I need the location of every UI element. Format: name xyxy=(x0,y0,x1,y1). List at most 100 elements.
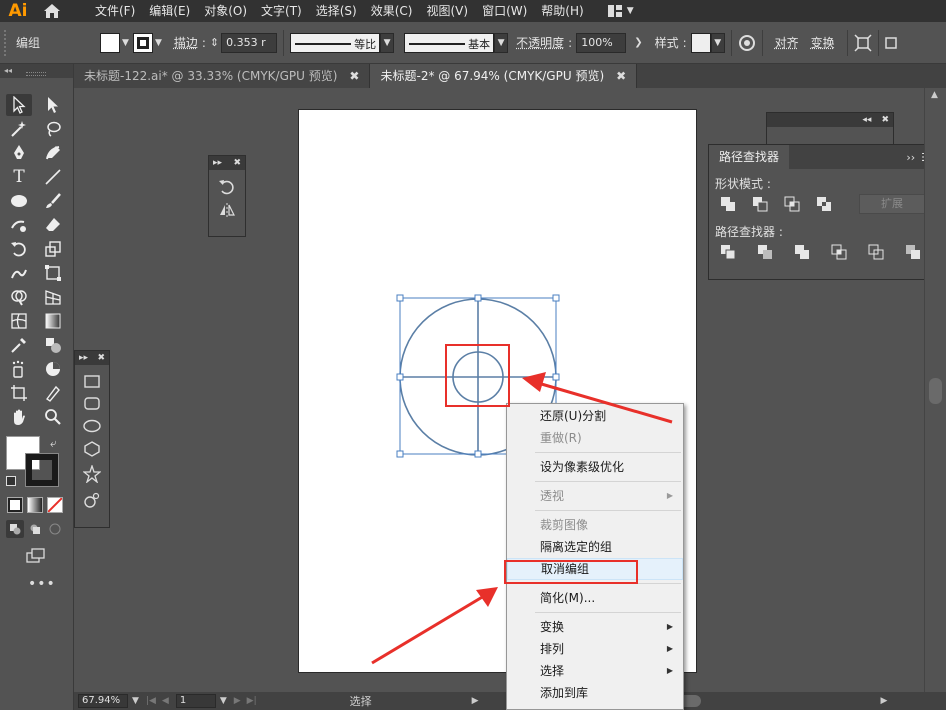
free-transform-tool-icon[interactable] xyxy=(40,262,66,284)
hand-tool-icon[interactable] xyxy=(6,406,32,428)
shape-builder-tool-icon[interactable] xyxy=(6,286,32,308)
menu-item-select[interactable]: 选择 ▶ xyxy=(507,660,683,682)
draw-normal-icon[interactable] xyxy=(6,520,24,538)
more-tools-icon[interactable]: ••• xyxy=(28,576,56,592)
default-colors-icon[interactable] xyxy=(6,476,16,486)
scroll-right-icon[interactable]: ▶ xyxy=(881,696,888,706)
transform-button[interactable]: 变换 xyxy=(805,34,841,51)
chevron-right-icon[interactable]: ❯ xyxy=(634,37,642,48)
menu-item-pixel-optimize[interactable]: 设为像素级优化 xyxy=(507,456,683,478)
fill-swatch[interactable] xyxy=(100,32,121,53)
menu-type[interactable]: 文字(T) xyxy=(254,0,309,22)
menu-view[interactable]: 视图(V) xyxy=(419,0,475,22)
selection-tool-icon[interactable] xyxy=(6,94,32,116)
variable-width-profile[interactable]: 等比 xyxy=(290,32,381,53)
slice-tool-icon[interactable] xyxy=(40,382,66,404)
chevron-right-icon[interactable]: ›› xyxy=(906,151,915,164)
rotate-icon[interactable] xyxy=(209,178,245,196)
scroll-up-icon[interactable]: ▲ xyxy=(931,90,938,100)
intersect-icon[interactable] xyxy=(783,195,801,213)
artboard-number-input[interactable]: 1 xyxy=(175,694,216,708)
minus-back-icon[interactable] xyxy=(904,243,922,261)
menu-item-undo-divide[interactable]: 还原(U)分割 xyxy=(507,405,683,427)
eraser-tool-icon[interactable] xyxy=(40,214,66,236)
menu-object[interactable]: 对象(O) xyxy=(197,0,254,22)
trim-icon[interactable] xyxy=(756,243,774,261)
tab-document-2[interactable]: 未标题-2* @ 67.94% (CMYK/GPU 预览) ✖ xyxy=(370,64,638,88)
tab-document-1[interactable]: 未标题-122.ai* @ 33.33% (CMYK/GPU 预览) ✖ xyxy=(74,64,371,88)
close-icon[interactable]: ✖ xyxy=(881,115,889,125)
gradient-tool-icon[interactable] xyxy=(40,310,66,332)
divide-icon[interactable] xyxy=(719,243,737,261)
chevron-right-icon[interactable]: ▶ xyxy=(472,696,479,706)
tab-pathfinder[interactable]: 路径查找器 xyxy=(709,145,790,169)
collapse-icon[interactable]: ▸▸ xyxy=(79,353,88,363)
draw-inside-icon[interactable] xyxy=(46,520,64,538)
menu-item-add-to-library[interactable]: 添加到库 xyxy=(507,682,683,704)
zoom-tool-icon[interactable] xyxy=(40,406,66,428)
gradient-mode-icon[interactable] xyxy=(27,497,43,513)
swap-colors-icon[interactable]: ⤶ xyxy=(50,436,57,451)
curvature-tool-icon[interactable] xyxy=(40,142,66,164)
pen-tool-icon[interactable] xyxy=(6,142,32,164)
unite-icon[interactable] xyxy=(719,195,737,213)
ellipse-tool-icon[interactable] xyxy=(6,190,32,212)
opacity-label[interactable]: 不透明度 xyxy=(516,34,564,51)
direct-selection-tool-icon[interactable] xyxy=(40,94,66,116)
eyedropper-tool-icon[interactable] xyxy=(6,334,32,356)
menu-effect[interactable]: 效果(C) xyxy=(364,0,420,22)
graphic-style-swatch[interactable] xyxy=(690,32,711,53)
merge-icon[interactable] xyxy=(793,243,811,261)
chevron-down-icon[interactable]: ▼ xyxy=(132,696,139,706)
draw-behind-icon[interactable] xyxy=(26,520,44,538)
minus-front-icon[interactable] xyxy=(751,195,769,213)
isolate-icon[interactable] xyxy=(854,33,872,52)
next-artboard-icon[interactable]: ▶ xyxy=(234,696,241,706)
zoom-input[interactable]: 67.94% xyxy=(78,694,128,708)
flare-tool-icon[interactable] xyxy=(83,491,101,509)
chevron-down-icon[interactable]: ▼ xyxy=(380,32,395,53)
crop-icon[interactable] xyxy=(830,243,848,261)
chevron-down-icon[interactable]: ▼ xyxy=(710,32,725,53)
stroke-swatch[interactable] xyxy=(132,32,153,53)
line-tool-icon[interactable] xyxy=(40,166,66,188)
panel-options-icon[interactable] xyxy=(884,36,897,50)
rounded-rectangle-tool-icon[interactable] xyxy=(84,397,100,411)
align-button[interactable]: 对齐 xyxy=(769,34,805,51)
perspective-grid-tool-icon[interactable] xyxy=(40,286,66,308)
chevron-down-icon[interactable]: ▼ xyxy=(220,696,227,706)
brush-definition[interactable]: 基本 xyxy=(404,32,495,53)
ellipse-shape-icon[interactable] xyxy=(83,419,101,433)
blend-tool-icon[interactable] xyxy=(40,334,66,356)
expand-button[interactable]: 扩展 xyxy=(859,194,925,214)
reflect-icon[interactable] xyxy=(209,202,245,218)
magic-wand-tool-icon[interactable] xyxy=(6,118,32,140)
stroke-color-box[interactable] xyxy=(25,453,59,487)
first-artboard-icon[interactable]: |◀ xyxy=(146,696,156,706)
menu-item-simplify[interactable]: 简化(M)... xyxy=(507,587,683,609)
stepper-icon[interactable]: ⇕ xyxy=(210,36,219,49)
grip-handle[interactable] xyxy=(4,29,10,56)
shaper-tool-icon[interactable] xyxy=(6,214,32,236)
outline-icon[interactable] xyxy=(867,243,885,261)
polygon-tool-icon[interactable] xyxy=(84,441,100,457)
previous-artboard-icon[interactable]: ◀ xyxy=(162,696,169,706)
home-icon[interactable] xyxy=(36,0,68,22)
menu-item-isolate-group[interactable]: 隔离选定的组 xyxy=(507,536,683,558)
stroke-label[interactable]: 描边 xyxy=(174,34,198,51)
chevron-down-icon[interactable]: ▼ xyxy=(155,38,162,48)
close-icon[interactable]: ✖ xyxy=(349,64,359,88)
chevron-down-icon[interactable]: ▼ xyxy=(494,32,509,53)
scale-tool-icon[interactable] xyxy=(40,238,66,260)
menu-item-arrange[interactable]: 排列 ▶ xyxy=(507,638,683,660)
star-tool-icon[interactable] xyxy=(83,465,101,483)
close-icon[interactable]: ✖ xyxy=(233,158,241,168)
none-mode-icon[interactable] xyxy=(47,497,63,513)
vertical-scrollbar[interactable]: ▲ xyxy=(924,88,946,692)
symbol-sprayer-tool-icon[interactable] xyxy=(6,358,32,380)
last-artboard-icon[interactable]: ▶| xyxy=(247,696,257,706)
rectangle-tool-icon[interactable] xyxy=(84,375,100,389)
opacity-input[interactable]: 100% xyxy=(576,32,627,53)
menu-file[interactable]: 文件(F) xyxy=(88,0,142,22)
paintbrush-tool-icon[interactable] xyxy=(40,190,66,212)
